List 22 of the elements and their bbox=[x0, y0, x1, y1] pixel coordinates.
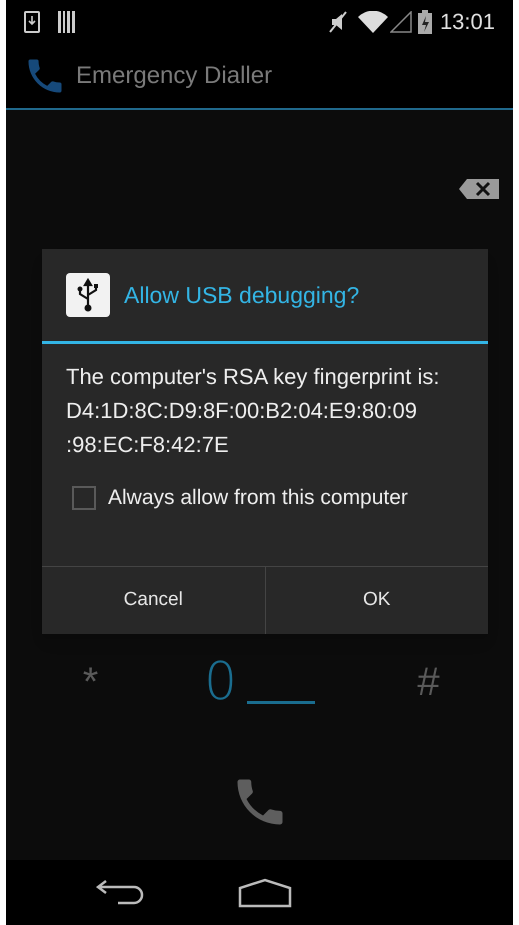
dialog-button[interactable]: OK bbox=[264, 567, 488, 634]
muted-icon bbox=[328, 10, 348, 34]
dialog-message: The computer's RSA key fingerprint is: D4:1D:8C:D9:8F:00:B2:04:E9:80:09 :98:EC:F8:42:7E bbox=[66, 363, 440, 459]
app-title: Emergency Dialler bbox=[76, 60, 272, 90]
dial-key[interactable]: 0 bbox=[204, 652, 238, 712]
dialog-title: Allow USB debugging? bbox=[124, 280, 360, 310]
battery-icon bbox=[418, 10, 432, 34]
barcode-icon bbox=[58, 10, 76, 32]
dial-key[interactable]: * bbox=[82, 652, 98, 712]
checkbox[interactable] bbox=[72, 486, 96, 510]
signal-icon bbox=[390, 10, 412, 32]
back-icon[interactable] bbox=[96, 878, 146, 906]
backspace-icon[interactable] bbox=[459, 179, 499, 199]
home-icon[interactable] bbox=[238, 878, 292, 908]
usb-icon bbox=[66, 273, 110, 317]
cursor-line bbox=[247, 701, 316, 704]
download-notification-icon bbox=[24, 10, 40, 32]
wifi-icon bbox=[358, 10, 388, 32]
status-time: 13:01 bbox=[440, 8, 495, 36]
checkbox-label: Always allow from this computer bbox=[108, 485, 408, 512]
dial-key[interactable]: # bbox=[417, 652, 440, 712]
dialog-button[interactable]: Cancel bbox=[42, 567, 264, 634]
